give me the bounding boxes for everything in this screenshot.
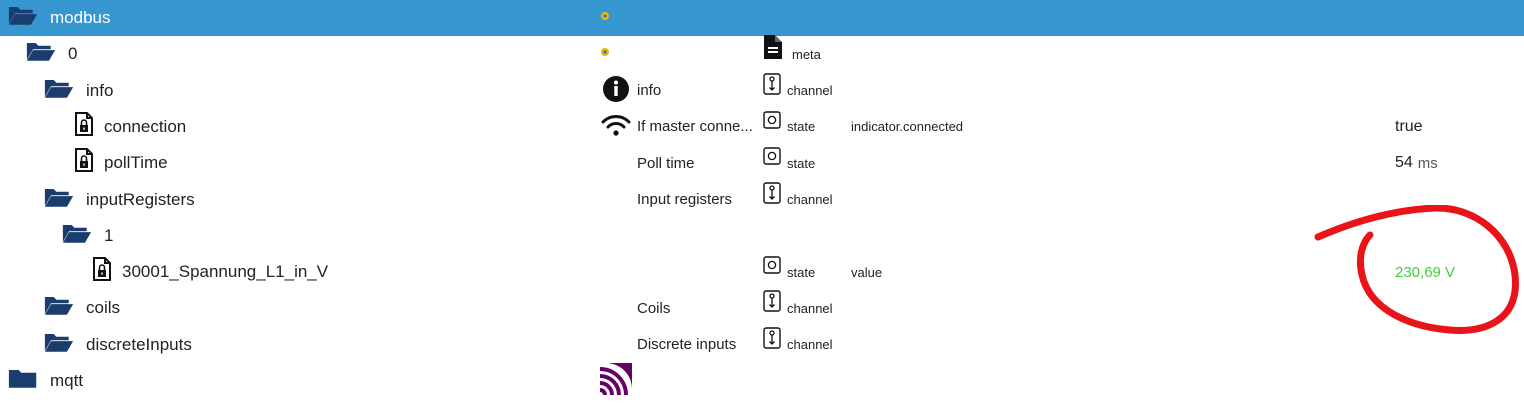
object-type: state	[787, 155, 816, 171]
tree-item-name: 0	[68, 44, 78, 64]
state-value[interactable]: 54 ms	[1395, 145, 1438, 181]
tree-item-name: info	[86, 80, 114, 100]
object-name: Poll time	[637, 154, 695, 172]
folder-open-icon[interactable]	[26, 36, 56, 66]
state-icon	[763, 109, 783, 131]
value-text: 230,69 V	[1395, 263, 1456, 281]
state-icon	[763, 254, 783, 276]
tree-item-name: modbus	[50, 8, 111, 27]
folder-open-icon[interactable]	[44, 73, 74, 103]
folder-open-icon[interactable]	[44, 327, 74, 357]
locked-file-icon	[74, 109, 104, 139]
folder-closed-icon[interactable]	[8, 363, 38, 393]
channel-icon	[763, 181, 783, 204]
object-name: If master conne...	[637, 118, 753, 136]
object-type: meta	[792, 46, 821, 62]
state-value[interactable]: 230,69 V	[1395, 254, 1455, 290]
object-type: channel	[787, 83, 833, 99]
channel-icon	[763, 290, 783, 313]
tree-item-name: mqtt	[50, 371, 84, 390]
tree-item-name: pollTime	[104, 153, 168, 173]
value-unit: ms	[1417, 154, 1438, 172]
object-name: Input registers	[637, 191, 733, 208]
object-name: info	[637, 82, 662, 100]
tree-row-30001-spannung-l1-in-v[interactable]: 30001_Spannung_L1_in_V state value 230,69 V	[0, 254, 1524, 290]
tree-item-name: coils	[86, 298, 121, 318]
file-text-icon	[763, 35, 783, 60]
channel-icon	[763, 326, 783, 349]
object-role: value	[851, 264, 883, 280]
object-type: channel	[787, 337, 833, 353]
object-role: indicator.connected	[851, 119, 964, 135]
state-icon	[763, 145, 783, 167]
object-type: channel	[787, 300, 833, 316]
state-value[interactable]: true	[1395, 109, 1423, 145]
wifi-icon	[600, 109, 632, 141]
tree-row-0[interactable]: 0 meta	[0, 35, 1524, 72]
folder-open-icon[interactable]	[44, 290, 74, 320]
modbus-logo-icon	[600, 36, 632, 68]
tree-item-name: 1	[104, 225, 114, 245]
tree-item-name: inputRegisters	[86, 189, 195, 209]
tree-row-coils[interactable]: coils Coils channel	[0, 290, 1524, 326]
object-type: channel	[787, 192, 833, 207]
tree-row-info[interactable]: info info channel	[0, 72, 1524, 109]
value-text: true	[1395, 117, 1423, 135]
folder-open-icon[interactable]	[44, 182, 74, 212]
channel-icon	[763, 72, 783, 95]
tree-row-inputregisters[interactable]: inputRegisters Input registers channel	[0, 181, 1524, 218]
folder-open-icon[interactable]	[8, 0, 38, 30]
object-name: Coils	[637, 299, 671, 317]
tree-row-mqtt[interactable]: mqtt	[0, 363, 1524, 399]
tree-item-name: connection	[104, 116, 187, 136]
folder-open-icon[interactable]	[62, 218, 92, 248]
tree-row-1[interactable]: 1	[0, 218, 1524, 254]
tree-row-modbus[interactable]: modbus	[0, 0, 1524, 36]
tree-row-discreteinputs[interactable]: discreteInputs Discrete inputs channel	[0, 326, 1524, 363]
modbus-logo-icon	[600, 0, 632, 32]
mqtt-logo-icon	[600, 363, 632, 395]
object-type: state	[787, 264, 816, 280]
locked-file-icon	[74, 145, 104, 175]
tree-item-name: discreteInputs	[86, 334, 192, 354]
info-circle-icon	[600, 73, 632, 105]
object-type: state	[787, 119, 816, 135]
value-text: 54	[1395, 154, 1413, 172]
locked-file-icon	[92, 254, 122, 284]
tree-item-name: 30001_Spannung_L1_in_V	[122, 262, 329, 282]
tree-row-connection[interactable]: connection If master conne... state indicat…	[0, 109, 1524, 145]
tree-row-polltime[interactable]: pollTime Poll time state 54 ms	[0, 145, 1524, 181]
object-name: Discrete inputs	[637, 336, 737, 354]
